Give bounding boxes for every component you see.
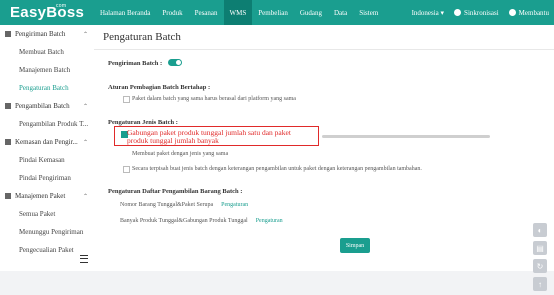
sync-button[interactable]: Sinkronisasi	[449, 0, 504, 25]
pick-row-2-label: Banyak Produk Tunggal&Gabungan Produk Tu…	[120, 218, 248, 224]
sidebar-item[interactable]: Pengaturan Batch	[0, 79, 94, 97]
pick-row-1: Nomor Barang Tunggal&Paket Serupa Pengatu…	[120, 202, 248, 208]
page-title: Pengaturan Batch	[103, 31, 181, 43]
sync-label: Sinkronisasi	[464, 8, 499, 17]
pick-list-label: Pengaturan Daftar Pengambilan Barang Bat…	[108, 188, 243, 195]
nav-item-wms[interactable]: WMS	[223, 0, 253, 25]
stepwise-rules-label: Aturan Pembagian Batch Bertahap :	[108, 84, 211, 91]
menu-collapse-icon[interactable]	[80, 255, 88, 263]
batch-delivery-label: Pengiriman Batch :	[108, 60, 163, 67]
chevron-up-icon: ⌃	[82, 139, 88, 146]
batch-delivery-toggle[interactable]	[168, 59, 182, 66]
sidebar-group[interactable]: Manajemen Paket ⌃	[0, 187, 94, 205]
sidebar-group[interactable]: Pengambilan Batch ⌃	[0, 97, 94, 115]
sidebar-item[interactable]: Pindai Pengiriman	[0, 169, 94, 187]
nav-right: Indonesia ▾ Sinkronisasi Membantu	[407, 0, 554, 25]
sidebar-item[interactable]: Manajemen Batch	[0, 61, 94, 79]
sidebar-group-label: Pengiriman Batch	[15, 30, 66, 38]
cloud-icon	[454, 9, 462, 16]
folder-icon	[5, 31, 11, 37]
nav-item-gudang[interactable]: Gudang	[294, 0, 328, 25]
save-button[interactable]: Simpan	[340, 238, 370, 253]
main-nav: Halaman Beranda Produk Pesanan WMS Pembelian…	[94, 0, 384, 25]
combined-package-option: Gabungan paket produk tunggal jumlah sat…	[127, 128, 291, 145]
nav-item-produk[interactable]: Produk	[156, 0, 188, 25]
sidebar-item[interactable]: Membuat Batch	[0, 43, 94, 61]
pick-row-2-settings-link[interactable]: Pengaturan	[256, 218, 283, 224]
help-icon	[508, 9, 516, 16]
nav-item-sistem[interactable]: Sistem	[353, 0, 384, 25]
chevron-down-icon: ▾	[438, 8, 445, 17]
document-icon[interactable]: ▤	[533, 241, 547, 255]
chevron-up-icon: ⌃	[82, 31, 88, 38]
folder-icon	[5, 103, 11, 109]
nav-item-data[interactable]: Data	[328, 0, 353, 25]
top-navbar: EasyBoss com Halaman Beranda Produk Pesana…	[0, 0, 554, 25]
sidebar-group[interactable]: Kemasan dan Pengir... ⌃	[0, 133, 94, 151]
pick-row-2: Banyak Produk Tunggal&Gabungan Produk Tu…	[120, 218, 283, 224]
pick-row-1-settings-link[interactable]: Pengaturan	[221, 202, 248, 208]
folder-icon	[5, 193, 11, 199]
same-type-option: Membuat paket dengan jenis yang sama	[132, 151, 229, 157]
blurred-text	[322, 135, 490, 138]
nav-item-halaman-beranda[interactable]: Halaman Beranda	[94, 0, 156, 25]
chevron-up-icon: ⌃	[82, 103, 88, 110]
floating-toolbar: ◐ ▤ ↻ ↑	[533, 223, 547, 295]
sidebar-group-label: Kemasan dan Pengir...	[15, 138, 78, 146]
main-panel: Pengaturan Batch Pengiriman Batch : Atur…	[94, 25, 554, 291]
language-selector[interactable]: Indonesia ▾	[407, 0, 449, 25]
nav-item-pembelian[interactable]: Pembelian	[252, 0, 294, 25]
back-to-top-icon[interactable]: ↑	[533, 277, 547, 291]
chevron-up-icon: ⌃	[82, 193, 88, 200]
sidebar-item[interactable]: Menunggu Pengiriman	[0, 223, 94, 241]
separate-type-checkbox[interactable]	[123, 166, 130, 173]
sidebar-item[interactable]: Semua Paket	[0, 205, 94, 223]
sidebar-item[interactable]: Pengambilan Produk T...	[0, 115, 94, 133]
nav-item-pesanan[interactable]: Pesanan	[189, 0, 224, 25]
separate-type-option: Secara terpisah buat jenis batch dengan …	[132, 166, 422, 172]
help-button[interactable]: Membantu	[504, 0, 554, 25]
folder-icon	[5, 139, 11, 145]
batch-type-label: Pengaturan Jenis Batch :	[108, 119, 178, 126]
pick-row-1-label: Nomor Barang Tunggal&Paket Serupa	[120, 202, 214, 208]
help-label: Membantu	[518, 8, 549, 17]
brand-tag: com	[56, 3, 67, 9]
headset-icon[interactable]: ◐	[533, 223, 547, 237]
sidebar-group-label: Pengambilan Batch	[15, 102, 70, 110]
brand-name: EasyBoss	[10, 4, 85, 21]
stepwise-option-text: Paket dalam batch yang sama harus berasa…	[132, 96, 296, 102]
stepwise-checkbox[interactable]	[123, 96, 130, 103]
brand-logo[interactable]: EasyBoss com	[0, 0, 94, 25]
language-label: Indonesia	[411, 8, 439, 17]
sidebar-group[interactable]: Pengiriman Batch ⌃	[0, 25, 94, 43]
sidebar-group-label: Manajemen Paket	[15, 192, 66, 200]
sidebar-item[interactable]: Pindai Kemasan	[0, 151, 94, 169]
divider	[94, 49, 554, 50]
sidebar: Pengiriman Batch ⌃ Membuat Batch Manajemen …	[0, 25, 95, 271]
